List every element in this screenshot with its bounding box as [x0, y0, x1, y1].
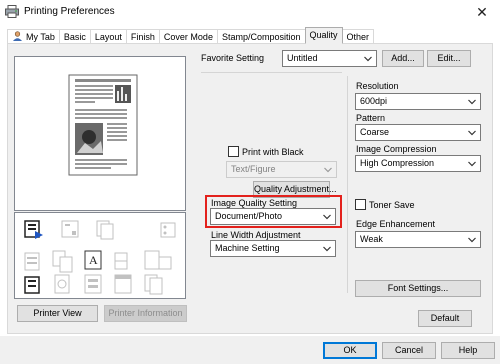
edge-enhancement-value: Weak [360, 234, 383, 244]
fold-icon [114, 252, 128, 270]
tab-stamp-composition[interactable]: Stamp/Composition [216, 29, 306, 44]
booklet-icon [52, 250, 73, 273]
chevron-down-icon [468, 161, 476, 167]
tab-strip: My Tab Basic Layout Finish Cover Mode St… [7, 27, 375, 44]
duplex-icon [96, 220, 114, 240]
staple-icon [61, 220, 79, 238]
tab-label: Cover Mode [163, 32, 213, 42]
finishing-icons-grid: A [24, 220, 176, 295]
separator [201, 72, 342, 73]
font-settings-button[interactable]: Font Settings... [355, 280, 481, 297]
image-compression-select[interactable]: High Compression [355, 155, 481, 172]
cancel-button[interactable]: Cancel [382, 342, 436, 359]
image-compression-value: High Compression [360, 158, 435, 168]
toner-save-checkbox[interactable] [355, 199, 366, 210]
cancel-label: Cancel [394, 345, 423, 355]
printer-view-label: Printer View [33, 308, 82, 318]
text-figure-select[interactable]: Text/Figure [226, 161, 337, 178]
sort-icon [84, 274, 102, 294]
column-separator [347, 76, 348, 293]
line-width-adjustment-select[interactable]: Machine Setting [210, 240, 336, 257]
watermark-icon [54, 274, 70, 294]
print-with-black-checkbox[interactable] [228, 146, 239, 157]
svg-text:A: A [89, 253, 98, 267]
tab-label: Quality [309, 30, 338, 40]
favorite-setting-select[interactable]: Untitled [282, 50, 377, 67]
favorite-setting-value: Untitled [287, 53, 318, 63]
tab-finish[interactable]: Finish [125, 29, 160, 44]
chevron-down-icon [468, 130, 476, 136]
printer-view-button[interactable]: Printer View [17, 305, 98, 322]
font-settings-label: Font Settings... [387, 283, 449, 293]
chevron-down-icon [468, 237, 476, 243]
punch-sheet-icon [144, 250, 172, 270]
printing-preferences-window: Printing Preferences ✕ My Tab Basic Layo… [0, 0, 500, 364]
tab-basic[interactable]: Basic [58, 29, 91, 44]
document-preview-icon [68, 74, 138, 176]
default-label: Default [430, 313, 460, 323]
printer-information-button[interactable]: Printer Information [104, 305, 187, 322]
pattern-value: Coarse [360, 127, 390, 137]
toner-save-label: Toner Save [369, 200, 415, 210]
user-icon [13, 31, 22, 41]
favorite-setting-label: Favorite Setting [201, 53, 265, 63]
chevron-down-icon [323, 214, 331, 220]
print-with-black-label: Print with Black [242, 147, 304, 157]
machine-status-icons: A [14, 212, 186, 299]
tab-label: My Tab [26, 32, 55, 42]
tab-label: Basic [63, 32, 86, 42]
help-button[interactable]: Help [441, 342, 495, 359]
ok-label: OK [343, 345, 357, 355]
default-button[interactable]: Default [418, 310, 472, 327]
tab-label: Finish [130, 32, 155, 42]
chevron-down-icon [364, 56, 372, 62]
tab-other[interactable]: Other [341, 29, 375, 44]
tray-icon [24, 252, 40, 271]
image-quality-setting-select[interactable]: Document/Photo [210, 208, 336, 225]
chevron-down-icon [468, 99, 476, 105]
hole-punch-icon [160, 222, 176, 238]
quality-adjustment-label: Quality Adjustment... [254, 184, 337, 194]
text-a-icon: A [84, 250, 102, 270]
pattern-label: Pattern [356, 113, 386, 123]
image-quality-setting-label: Image Quality Setting [211, 198, 298, 208]
text-figure-value: Text/Figure [231, 164, 276, 174]
page-preview [14, 56, 186, 211]
printer-icon [5, 5, 19, 18]
tab-label: Layout [94, 32, 122, 42]
edit-label: Edit... [437, 53, 461, 63]
tab-quality[interactable]: Quality [304, 27, 343, 44]
edit-button[interactable]: Edit... [427, 50, 471, 67]
chevron-down-icon [323, 246, 331, 252]
tab-cover-mode[interactable]: Cover Mode [158, 29, 218, 44]
add-button[interactable]: Add... [382, 50, 424, 67]
edge-enhancement-label: Edge Enhancement [356, 219, 436, 229]
tab-label: Other [346, 32, 370, 42]
offset-icon [144, 274, 163, 295]
chevron-down-icon [324, 167, 332, 173]
close-button[interactable]: ✕ [467, 2, 497, 22]
pattern-select[interactable]: Coarse [355, 124, 481, 141]
resolution-label: Resolution [356, 81, 399, 91]
copy-icon [24, 220, 43, 239]
window-title: Printing Preferences [24, 6, 115, 17]
ok-button[interactable]: OK [323, 342, 377, 359]
printer-information-label: Printer Information [108, 308, 183, 318]
help-label: Help [458, 345, 478, 355]
image-quality-setting-value: Document/Photo [215, 211, 283, 221]
title-bar: Printing Preferences ✕ [0, 0, 500, 24]
output-tray-icon [24, 276, 40, 294]
edge-enhancement-select[interactable]: Weak [355, 231, 481, 248]
add-label: Add... [391, 53, 415, 63]
line-width-adjustment-value: Machine Setting [215, 243, 280, 253]
tab-my-tab[interactable]: My Tab [7, 29, 60, 44]
line-width-adjustment-label: Line Width Adjustment [211, 230, 301, 240]
resolution-value: 600dpi [360, 96, 388, 106]
tab-layout[interactable]: Layout [89, 29, 127, 44]
image-compression-label: Image Compression [356, 144, 437, 154]
close-icon: ✕ [476, 4, 488, 20]
resolution-select[interactable]: 600dpi [355, 93, 481, 110]
header-footer-icon [114, 274, 132, 294]
tab-label: Stamp/Composition [221, 32, 301, 42]
